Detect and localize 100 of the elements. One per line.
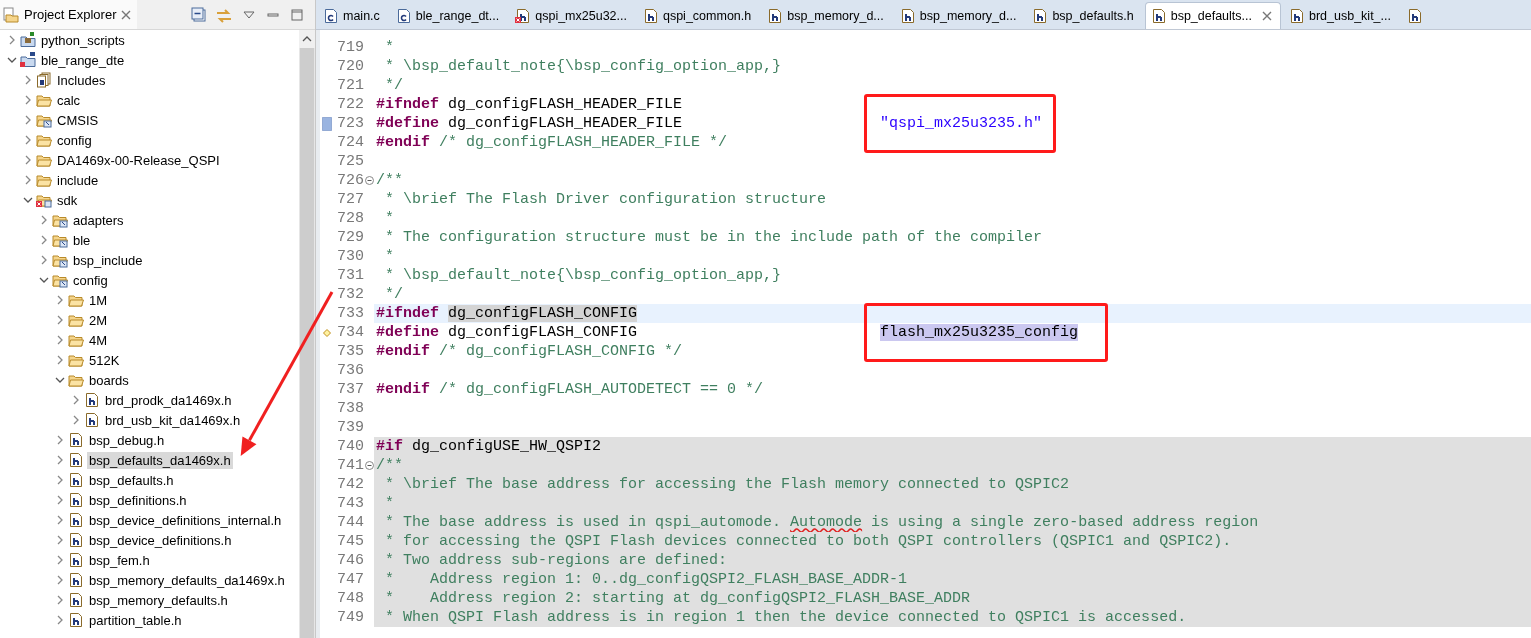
fold-icon[interactable] bbox=[364, 176, 374, 185]
collapsed-chevron-icon[interactable] bbox=[55, 575, 65, 585]
tree-item[interactable]: adapters bbox=[71, 211, 126, 229]
code-keyword: #if bbox=[376, 438, 403, 455]
project-folder-icon bbox=[20, 32, 36, 48]
collapsed-chevron-icon[interactable] bbox=[23, 75, 33, 85]
collapsed-chevron-icon[interactable] bbox=[55, 535, 65, 545]
collapsed-chevron-icon[interactable] bbox=[71, 415, 81, 425]
file-tab[interactable]: bsp_memory_d... bbox=[894, 3, 1025, 29]
collapsed-chevron-icon[interactable] bbox=[55, 295, 65, 305]
tree-item[interactable]: bsp_definitions.h bbox=[87, 491, 189, 509]
collapse-all-icon[interactable] bbox=[191, 6, 207, 23]
tree-item[interactable]: bsp_debug.h bbox=[87, 431, 167, 449]
collapsed-chevron-icon[interactable] bbox=[55, 335, 65, 345]
collapsed-chevron-icon[interactable] bbox=[55, 555, 65, 565]
tree-item[interactable]: brd_usb_kit_da1469x.h bbox=[103, 411, 243, 429]
folder-icon bbox=[36, 132, 52, 148]
collapsed-chevron-icon[interactable] bbox=[55, 315, 65, 325]
expanded-chevron-icon[interactable] bbox=[23, 195, 33, 205]
collapsed-chevron-icon[interactable] bbox=[23, 95, 33, 105]
header-file-icon bbox=[68, 532, 84, 548]
line-number: 739 bbox=[336, 419, 364, 436]
tree-item[interactable]: Includes bbox=[55, 71, 108, 89]
code-comment: * Address region 1: 0..dg_configQSPI2_FLASH_BASE_ADDR-1 bbox=[384, 571, 908, 588]
tree-item[interactable]: bsp_memory_defaults.h bbox=[87, 591, 230, 609]
fold-icon[interactable] bbox=[364, 461, 374, 470]
expanded-chevron-icon[interactable] bbox=[7, 55, 17, 65]
tree-item[interactable]: CMSIS bbox=[55, 111, 101, 129]
code-comment: * The configuration structure must be in the include path of the compiler bbox=[384, 229, 1043, 246]
collapsed-chevron-icon[interactable] bbox=[55, 435, 65, 445]
file-tab[interactable]: brd_usb_kit_... bbox=[1284, 3, 1399, 29]
scrollbar[interactable] bbox=[299, 30, 315, 638]
maximize-icon[interactable] bbox=[289, 6, 305, 23]
tree-item[interactable]: bsp_defaults_da1469x.h bbox=[87, 451, 233, 469]
view-tab[interactable]: Project Explorer bbox=[0, 0, 138, 29]
link-arrows-icon[interactable] bbox=[215, 6, 233, 23]
collapsed-chevron-icon[interactable] bbox=[55, 455, 65, 465]
tree-item[interactable]: 1M bbox=[87, 291, 110, 309]
linked-folder-icon bbox=[52, 272, 68, 288]
tree-item[interactable]: bsp_device_definitions_internal.h bbox=[87, 511, 284, 529]
collapsed-chevron-icon[interactable] bbox=[55, 515, 65, 525]
line-number: 740 bbox=[336, 438, 364, 455]
collapsed-chevron-icon[interactable] bbox=[23, 115, 33, 125]
file-tab[interactable]: bsp_defaults... bbox=[1144, 2, 1281, 29]
collapsed-chevron-icon[interactable] bbox=[39, 255, 49, 265]
close-icon[interactable] bbox=[1262, 11, 1272, 21]
tree-item[interactable]: bsp_fem.h bbox=[87, 551, 152, 569]
expanded-chevron-icon[interactable] bbox=[55, 375, 65, 385]
collapsed-chevron-icon[interactable] bbox=[55, 595, 65, 605]
code-text: dg_configFLASH_HEADER_FILE bbox=[448, 115, 683, 132]
line-number: 721 bbox=[336, 77, 364, 94]
collapsed-chevron-icon[interactable] bbox=[23, 155, 33, 165]
collapsed-chevron-icon[interactable] bbox=[23, 175, 33, 185]
tree-item[interactable]: config bbox=[71, 271, 110, 289]
tree-item[interactable]: config bbox=[55, 131, 94, 149]
tree-item[interactable]: include bbox=[55, 171, 101, 189]
tree-item[interactable]: bsp_memory_defaults_da1469x.h bbox=[87, 571, 287, 589]
tree-item[interactable]: bsp_device_definitions.h bbox=[87, 531, 234, 549]
file-tab[interactable]: qspi_common.h bbox=[637, 3, 760, 29]
code-comment: /* dg_configFLASH_CONFIG */ bbox=[439, 343, 683, 360]
collapsed-chevron-icon[interactable] bbox=[71, 395, 81, 405]
linked-folder-icon bbox=[52, 212, 68, 228]
code-keyword: #endif bbox=[376, 381, 430, 398]
header-file-icon bbox=[84, 392, 100, 408]
file-tab[interactable]: bsp_memory_d... bbox=[762, 3, 892, 29]
collapsed-chevron-icon[interactable] bbox=[39, 215, 49, 225]
file-tab[interactable]: ble_range_dt... bbox=[390, 3, 508, 29]
tree-item[interactable]: ble_range_dte bbox=[39, 51, 127, 69]
line-number: 731 bbox=[336, 267, 364, 284]
tree-item[interactable]: partition_table.h bbox=[87, 611, 184, 629]
tree-item[interactable]: bsp_defaults.h bbox=[87, 471, 176, 489]
file-tab[interactable]: bsp_defaults.h bbox=[1027, 3, 1142, 29]
tree-item[interactable]: 4M bbox=[87, 331, 110, 349]
tree-item[interactable]: 512K bbox=[87, 351, 122, 369]
expanded-chevron-icon[interactable] bbox=[39, 275, 49, 285]
tree-item[interactable]: python_scripts bbox=[39, 31, 127, 49]
tree-item[interactable]: calc bbox=[55, 91, 83, 109]
collapsed-chevron-icon[interactable] bbox=[55, 615, 65, 625]
tree-item[interactable]: sdk bbox=[55, 191, 80, 209]
code-comment: * The base address is used in qspi_automode. bbox=[384, 514, 782, 531]
header-stack-icon bbox=[36, 72, 52, 88]
tree-item[interactable]: DA1469x-00-Release_QSPI bbox=[55, 151, 222, 169]
header-file-icon bbox=[68, 472, 84, 488]
tree-item[interactable]: bsp_include bbox=[71, 251, 145, 269]
tree-item[interactable]: boards bbox=[87, 371, 131, 389]
collapsed-chevron-icon[interactable] bbox=[7, 35, 17, 45]
tree-item[interactable]: ble bbox=[71, 231, 93, 249]
line-number: 723 bbox=[336, 115, 364, 132]
tree-item[interactable]: 2M bbox=[87, 311, 110, 329]
file-tab[interactable]: main.c bbox=[318, 3, 388, 29]
collapsed-chevron-icon[interactable] bbox=[55, 475, 65, 485]
line-number: 737 bbox=[336, 381, 364, 398]
close-icon[interactable] bbox=[121, 9, 132, 20]
tree-item[interactable]: brd_prodk_da1469x.h bbox=[103, 391, 234, 409]
collapsed-chevron-icon[interactable] bbox=[55, 495, 65, 505]
file-tab[interactable]: qspi_mx25u32... bbox=[510, 3, 635, 29]
collapsed-chevron-icon[interactable] bbox=[55, 355, 65, 365]
collapsed-chevron-icon[interactable] bbox=[39, 235, 49, 245]
collapsed-chevron-icon[interactable] bbox=[23, 135, 33, 145]
line-number: 725 bbox=[336, 153, 364, 170]
